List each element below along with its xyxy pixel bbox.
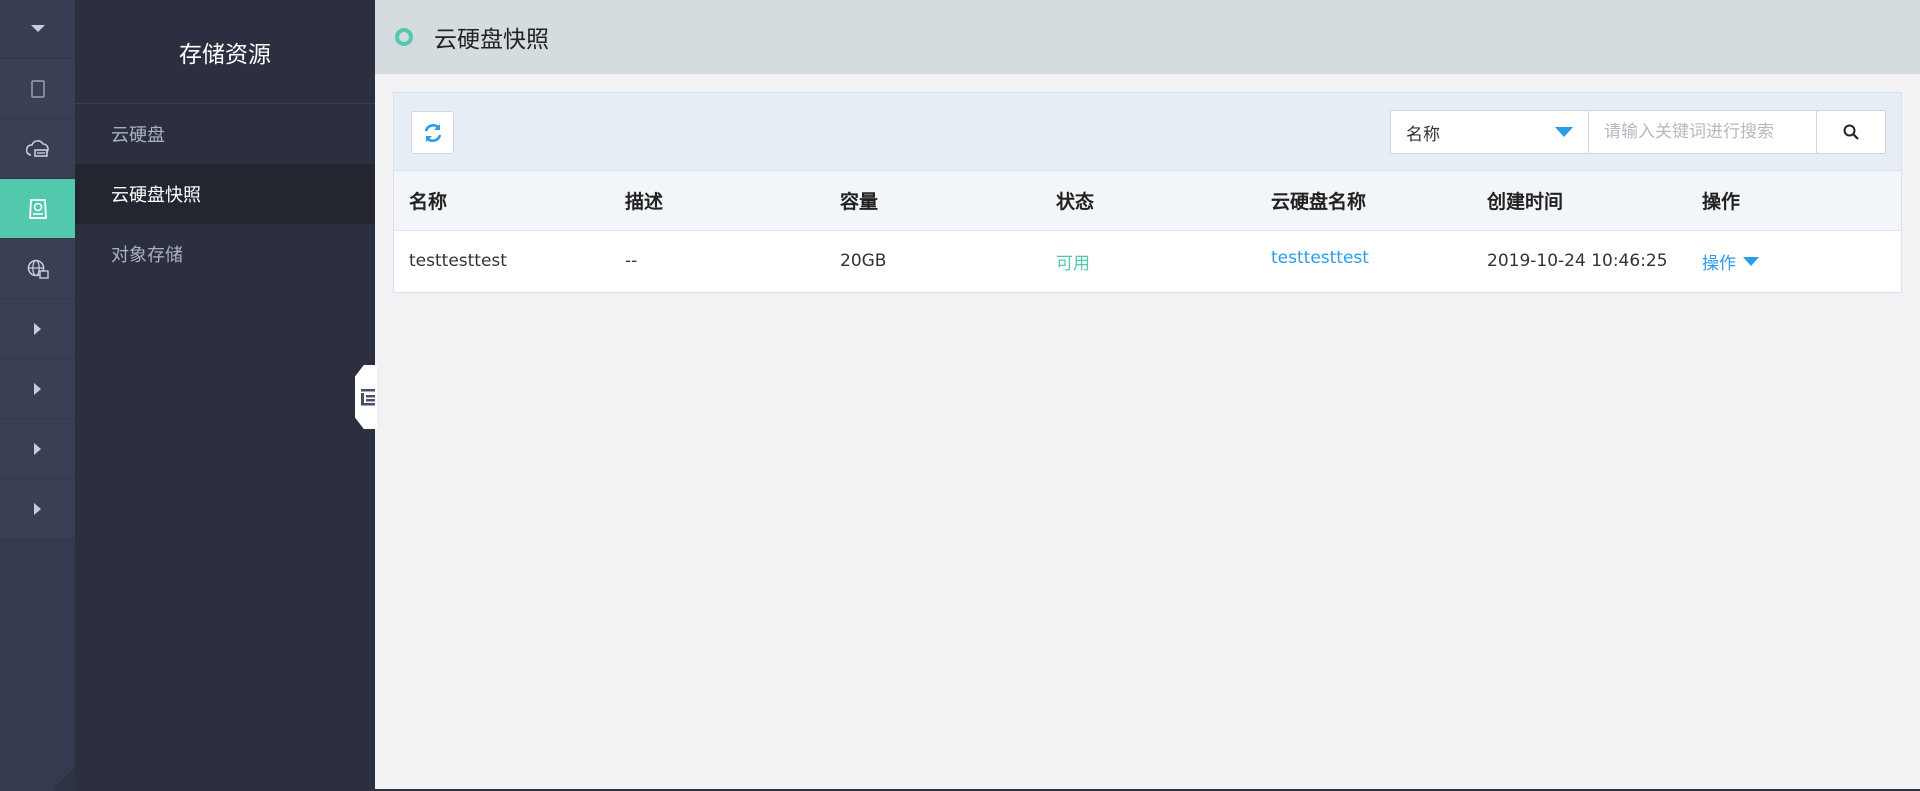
snapshot-created-time: 2019-10-24 10:46:25 bbox=[1487, 251, 1668, 271]
subnav-item-cloud-disk[interactable]: 云硬盘 bbox=[75, 104, 375, 164]
rail-corner-decoration bbox=[55, 763, 75, 791]
row-actions-dropdown[interactable]: 操作 bbox=[1702, 249, 1887, 274]
search-field-value: 名称 bbox=[1406, 124, 1440, 145]
caret-right-icon bbox=[34, 382, 41, 395]
snapshot-capacity: 20GB bbox=[840, 251, 887, 271]
table-header: 名称 描述 容量 状态 云硬盘名称 创建时间 操作 bbox=[394, 171, 1901, 231]
page-title: 云硬盘快照 bbox=[434, 27, 549, 53]
snapshot-table: 名称 描述 容量 状态 云硬盘名称 创建时间 操作 testtesttest -… bbox=[394, 171, 1901, 291]
rail-item-cloud-disk[interactable] bbox=[0, 119, 75, 179]
server-icon bbox=[30, 79, 45, 98]
search-button[interactable] bbox=[1817, 111, 1885, 153]
snapshot-panel: 名称 名称 描述 容量 状态 云硬盘名称 创建时间 操作 testtesttes… bbox=[393, 92, 1902, 293]
collapse-menu-icon bbox=[361, 389, 375, 406]
storage-subnav: 存储资源 云硬盘 云硬盘快照 对象存储 bbox=[75, 0, 375, 791]
column-header-status: 状态 bbox=[1056, 191, 1095, 213]
rail-expander-1[interactable] bbox=[0, 299, 75, 359]
snapshot-name: testtesttest bbox=[409, 251, 507, 271]
search-input[interactable] bbox=[1589, 111, 1817, 153]
column-header-created: 创建时间 bbox=[1487, 191, 1564, 213]
search-icon bbox=[1843, 124, 1859, 140]
icon-rail bbox=[0, 0, 75, 791]
page-header: 云硬盘快照 bbox=[375, 0, 1920, 74]
rail-item-network[interactable] bbox=[0, 239, 75, 299]
dropdown-arrow-icon bbox=[1555, 127, 1573, 137]
column-header-capacity: 容量 bbox=[840, 191, 879, 213]
search-group: 名称 bbox=[1390, 110, 1886, 154]
rail-expander-2[interactable] bbox=[0, 359, 75, 419]
snapshot-status-badge: 可用 bbox=[1056, 253, 1090, 274]
disk-name-link[interactable]: testtesttest bbox=[1256, 248, 1472, 268]
snapshot-description: -- bbox=[625, 251, 638, 271]
dropdown-arrow-icon bbox=[1743, 256, 1759, 266]
column-header-description: 描述 bbox=[625, 191, 664, 213]
column-header-name: 名称 bbox=[409, 191, 448, 213]
rail-item-storage[interactable] bbox=[0, 179, 75, 239]
search-field-select[interactable]: 名称 bbox=[1391, 111, 1589, 153]
toolbar: 名称 bbox=[394, 93, 1901, 171]
column-header-disk-name: 云硬盘名称 bbox=[1271, 191, 1367, 213]
rail-expander-4[interactable] bbox=[0, 479, 75, 539]
row-actions-label: 操作 bbox=[1702, 253, 1736, 274]
chevron-down-icon bbox=[30, 24, 45, 32]
header-status-dot-icon bbox=[395, 28, 413, 46]
storage-icon bbox=[28, 198, 47, 219]
refresh-icon bbox=[424, 123, 441, 142]
refresh-button[interactable] bbox=[411, 111, 454, 154]
row-actions-cell: 操作 bbox=[1687, 249, 1887, 274]
cloud-disk-icon bbox=[25, 139, 49, 157]
table-row: testtesttest -- 20GB 可用 testtesttest 201… bbox=[394, 231, 1901, 291]
subnav-title: 存储资源 bbox=[75, 0, 375, 104]
rail-collapse-toggle[interactable] bbox=[0, 0, 75, 58]
rail-expander-3[interactable] bbox=[0, 419, 75, 479]
rail-item-compute[interactable] bbox=[0, 59, 75, 119]
network-globe-icon bbox=[27, 259, 49, 279]
caret-right-icon bbox=[34, 322, 41, 335]
subnav-item-object-storage[interactable]: 对象存储 bbox=[75, 224, 375, 284]
subnav-item-disk-snapshot[interactable]: 云硬盘快照 bbox=[75, 164, 375, 224]
caret-right-icon bbox=[34, 442, 41, 455]
caret-right-icon bbox=[34, 502, 41, 515]
column-header-actions: 操作 bbox=[1702, 191, 1741, 213]
sidebar-collapse-handle[interactable] bbox=[355, 365, 377, 429]
